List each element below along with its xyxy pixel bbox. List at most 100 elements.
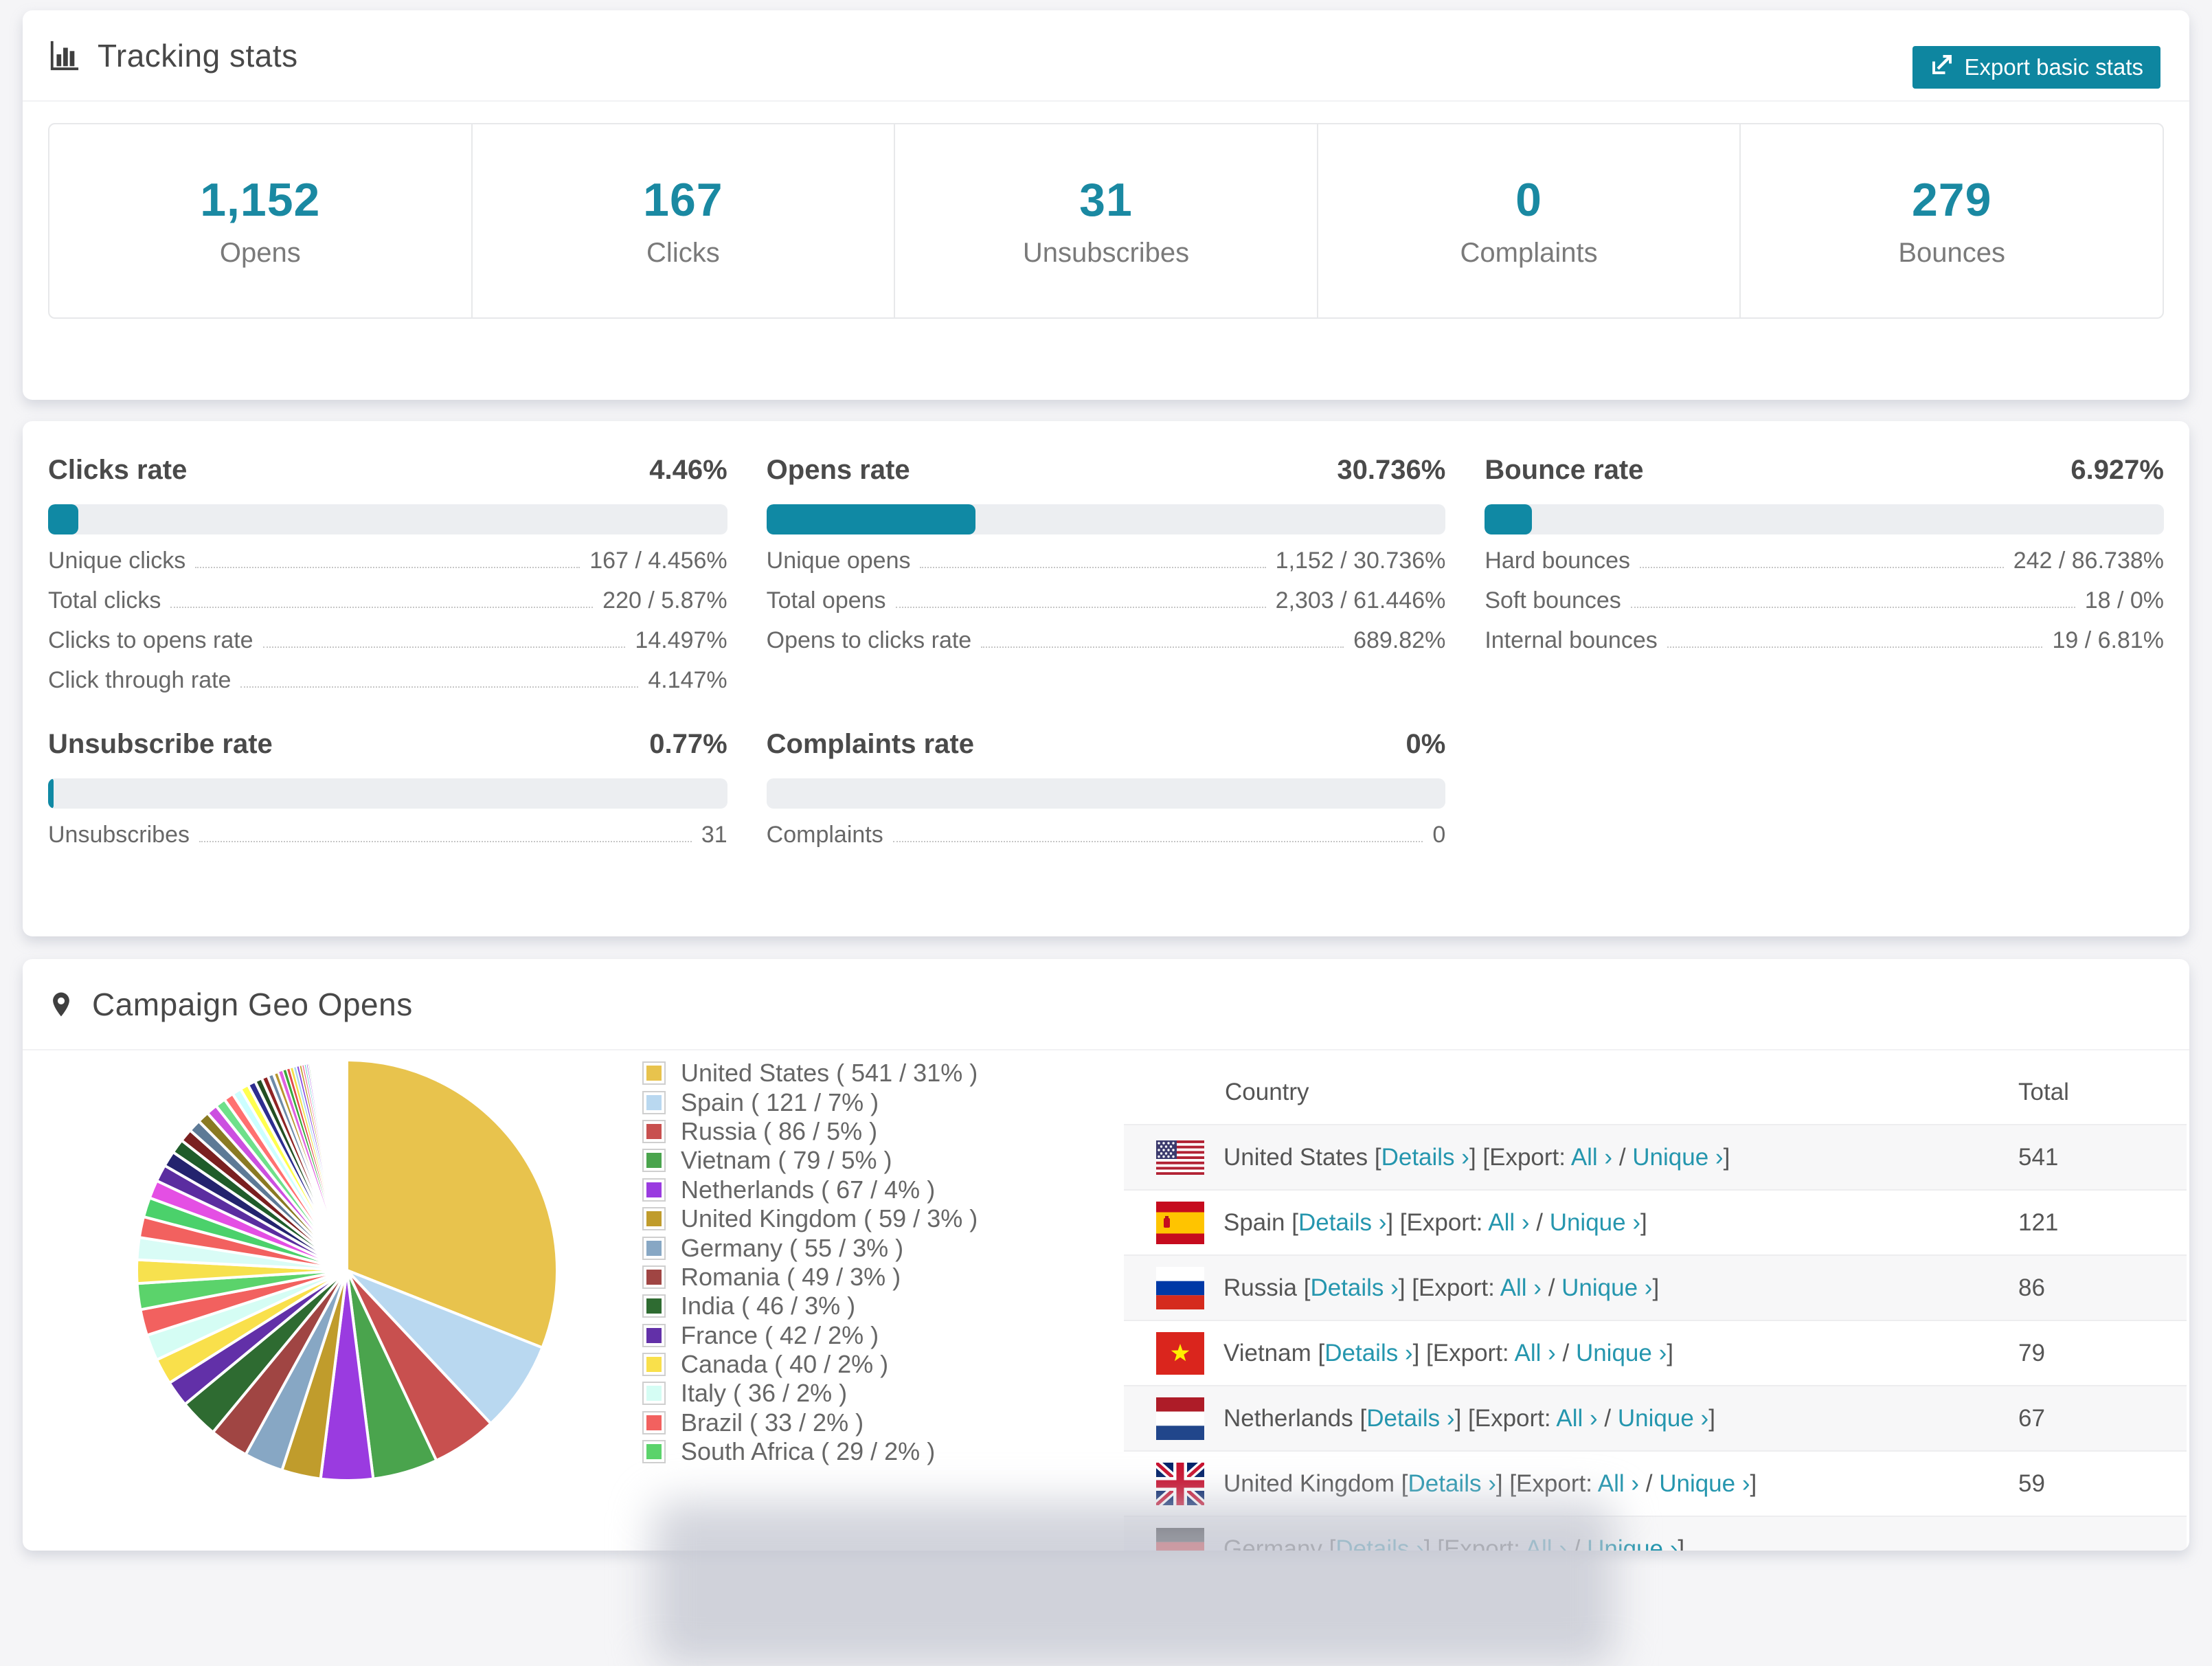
country-cell: Spain [Details ›] [Export: All › / Uniqu… — [1124, 1201, 2018, 1244]
geo-legend: United States ( 541 / 31% ) Spain ( 121 /… — [642, 1059, 978, 1466]
legend-item[interactable]: Brazil ( 33 / 2% ) — [642, 1408, 978, 1437]
legend-label: Spain ( 121 / 7% ) — [681, 1088, 879, 1116]
details-link[interactable]: Details › — [1335, 1535, 1423, 1551]
rate-row-value: 4.147% — [648, 667, 727, 693]
legend-item[interactable]: Vietnam ( 79 / 5% ) — [642, 1146, 978, 1175]
legend-swatch — [642, 1323, 666, 1347]
export-unique-link[interactable]: Unique › — [1576, 1340, 1667, 1366]
details-link[interactable]: Details › — [1408, 1470, 1496, 1497]
rate-row-value: 19 / 6.81% — [2052, 627, 2164, 653]
export-button-label: Export basic stats — [1964, 54, 2143, 80]
rate-rows: Unique clicks 167 / 4.456% Total clicks 220… — [48, 543, 727, 702]
rate-progressbar — [766, 504, 1446, 534]
rate-row-value: 31 — [701, 822, 727, 848]
rates-card: Clicks rate 4.46% Unique clicks 167 / 4.456… — [23, 421, 2189, 936]
country-flag-icon-vn — [1156, 1331, 1204, 1375]
stat-box: 31 Unsubscribes — [894, 124, 1317, 317]
rate-progress-fill — [1485, 504, 1532, 534]
export-all-link[interactable]: All › — [1500, 1274, 1542, 1301]
rate-block: Complaints rate 0% Complaints 0 — [766, 728, 1446, 857]
legend-item[interactable]: United States ( 541 / 31% ) — [642, 1059, 978, 1088]
details-link[interactable]: Details › — [1324, 1340, 1412, 1366]
legend-item[interactable]: Netherlands ( 67 / 4% ) — [642, 1175, 978, 1204]
export-all-link[interactable]: All › — [1598, 1470, 1639, 1497]
legend-item[interactable]: India ( 46 / 3% ) — [642, 1292, 978, 1320]
country-name: United Kingdom — [1223, 1470, 1401, 1497]
country-text: Russia [Details ›] [Export: All › / Uniq… — [1223, 1274, 1660, 1301]
rate-title: Unsubscribe rate — [48, 729, 273, 759]
legend-label: Vietnam ( 79 / 5% ) — [681, 1146, 892, 1175]
rate-row-label: Complaints — [766, 822, 883, 848]
legend-swatch — [642, 1061, 666, 1085]
rate-row: Opens to clicks rate 689.82% — [767, 622, 1446, 662]
country-cell: United Kingdom [Details ›] [Export: All … — [1124, 1462, 2018, 1505]
legend-item[interactable]: Romania ( 49 / 3% ) — [642, 1263, 978, 1292]
legend-item[interactable]: South Africa ( 29 / 2% ) — [642, 1437, 978, 1466]
rate-row-label: Clicks to opens rate — [48, 627, 253, 653]
export-all-link[interactable]: All › — [1526, 1535, 1567, 1551]
stat-value: 279 — [1911, 174, 1992, 226]
legend-item[interactable]: France ( 42 / 2% ) — [642, 1321, 978, 1350]
details-link[interactable]: Details › — [1366, 1405, 1454, 1432]
legend-label: Italy ( 36 / 2% ) — [681, 1379, 848, 1408]
export-unique-link[interactable]: Unique › — [1587, 1535, 1678, 1551]
legend-item[interactable]: Canada ( 40 / 2% ) — [642, 1350, 978, 1379]
stat-box: 1,152 Opens — [49, 124, 471, 317]
rate-row-label: Total opens — [766, 587, 886, 614]
dotted-leader — [195, 567, 580, 568]
table-row: Vietnam [Details ›] [Export: All › / Uni… — [1124, 1320, 2187, 1385]
country-flag-icon-gb — [1156, 1462, 1204, 1505]
rate-row-value: 220 / 5.87% — [602, 587, 727, 614]
rate-row: Clicks to opens rate 14.497% — [48, 622, 727, 662]
legend-swatch — [642, 1353, 666, 1377]
legend-label: Russia ( 86 / 5% ) — [681, 1116, 878, 1145]
export-unique-link[interactable]: Unique › — [1659, 1470, 1750, 1497]
legend-item[interactable]: United Kingdom ( 59 / 3% ) — [642, 1204, 978, 1233]
export-unique-link[interactable]: Unique › — [1550, 1209, 1640, 1236]
page-title: Tracking stats — [98, 37, 298, 74]
legend-item[interactable]: Italy ( 36 / 2% ) — [642, 1379, 978, 1408]
export-all-link[interactable]: All › — [1488, 1209, 1529, 1236]
geo-table-body: United States [Details ›] [Export: All ›… — [1124, 1124, 2187, 1551]
legend-item[interactable]: Spain ( 121 / 7% ) — [642, 1088, 978, 1116]
export-all-link[interactable]: All › — [1556, 1405, 1597, 1432]
legend-item[interactable]: Germany ( 55 / 3% ) — [642, 1233, 978, 1262]
country-text: Vietnam [Details ›] [Export: All › / Uni… — [1223, 1339, 1673, 1366]
details-link[interactable]: Details › — [1310, 1274, 1398, 1301]
export-unique-link[interactable]: Unique › — [1632, 1144, 1723, 1171]
rate-title: Bounce rate — [1485, 455, 1644, 485]
map-pin-icon — [48, 988, 74, 1021]
rate-rows: Unsubscribes 31 — [48, 817, 727, 857]
legend-label: United States ( 541 / 31% ) — [681, 1059, 978, 1088]
country-cell: Vietnam [Details ›] [Export: All › / Uni… — [1124, 1331, 2018, 1375]
stat-box: 167 Clicks — [471, 124, 894, 317]
rate-row: Soft bounces 18 / 0% — [1485, 583, 2164, 622]
details-link[interactable]: Details › — [1381, 1144, 1469, 1171]
country-text: United Kingdom [Details ›] [Export: All … — [1223, 1470, 1757, 1497]
rate-row-value: 1,152 / 30.736% — [1275, 548, 1446, 574]
export-unique-link[interactable]: Unique › — [1618, 1405, 1708, 1432]
bar-chart-icon — [48, 40, 80, 71]
details-link[interactable]: Details › — [1298, 1209, 1386, 1236]
total-value: 79 — [2018, 1339, 2045, 1366]
rate-rows: Complaints 0 — [767, 817, 1446, 857]
dotted-leader — [981, 646, 1344, 648]
export-basic-stats-button[interactable]: Export basic stats — [1912, 46, 2160, 89]
table-row: Netherlands [Details ›] [Export: All › /… — [1124, 1385, 2187, 1450]
export-all-link[interactable]: All › — [1514, 1340, 1555, 1366]
export-unique-link[interactable]: Unique › — [1561, 1274, 1652, 1301]
rate-block: Unsubscribe rate 0.77% Unsubscribes 31 — [48, 728, 727, 857]
rate-value: 30.736% — [1337, 455, 1446, 485]
rate-row-label: Opens to clicks rate — [766, 627, 972, 653]
legend-item[interactable]: Russia ( 86 / 5% ) — [642, 1117, 978, 1146]
dotted-leader — [170, 607, 594, 608]
total-value: 541 — [2018, 1143, 2059, 1171]
table-row: United Kingdom [Details ›] [Export: All … — [1124, 1450, 2187, 1516]
export-all-link[interactable]: All › — [1571, 1144, 1612, 1171]
rate-row: Total clicks 220 / 5.87% — [48, 583, 727, 622]
rate-rows: Hard bounces 242 / 86.738% Soft bounces 18 … — [1485, 543, 2164, 662]
rate-value: 6.927% — [2070, 455, 2164, 485]
dotted-leader — [920, 567, 1266, 568]
country-name: Spain — [1223, 1208, 1292, 1236]
rate-head: Unsubscribe rate 0.77% — [48, 728, 727, 761]
